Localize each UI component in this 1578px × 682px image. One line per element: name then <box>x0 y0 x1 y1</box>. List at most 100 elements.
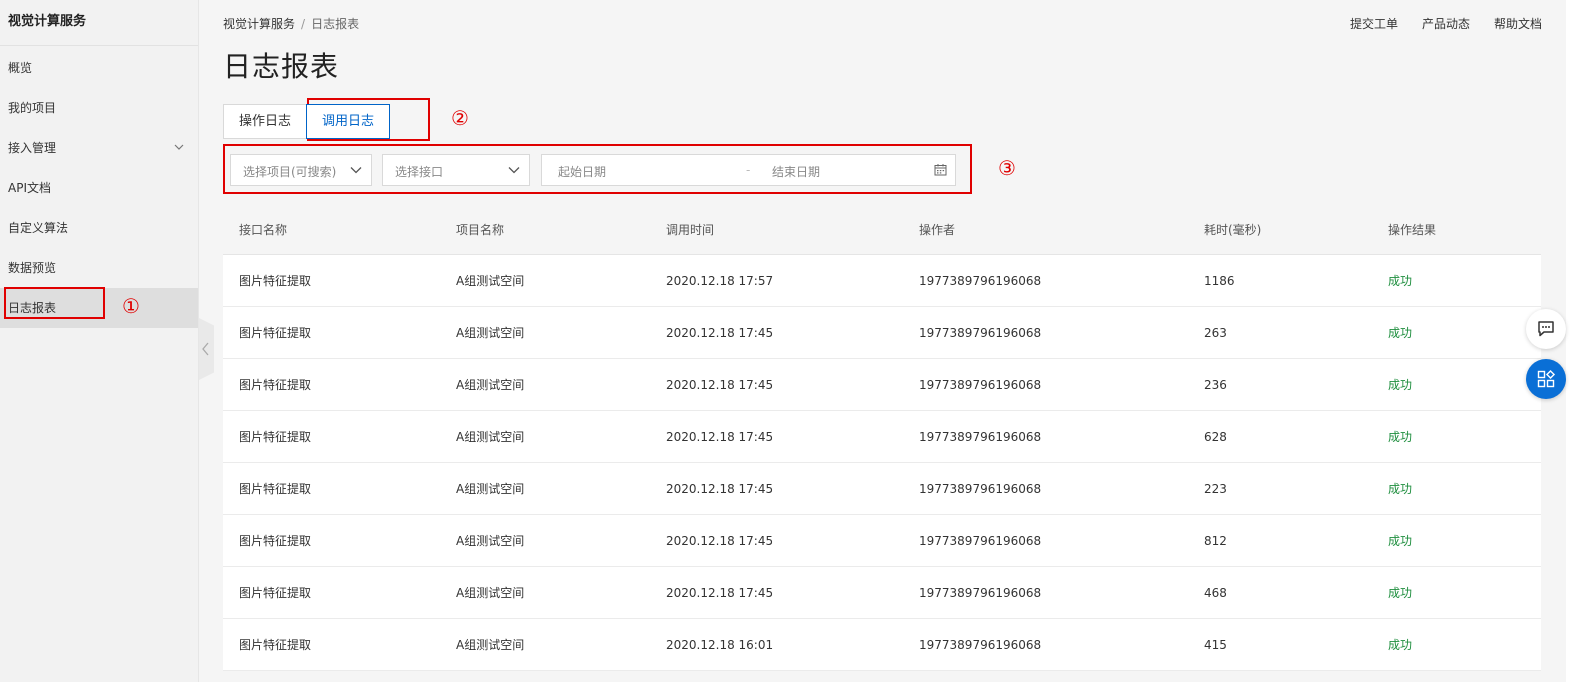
sidebar-item-overview[interactable]: 概览 <box>0 48 198 88</box>
top-links: 提交工单 产品动态 帮助文档 <box>1326 15 1542 32</box>
cell-call-time: 2020.12.18 17:45 <box>666 378 774 392</box>
cell-api-name: 图片特征提取 <box>239 638 312 652</box>
cell-duration: 812 <box>1204 534 1227 548</box>
cell-call-time: 2020.12.18 17:45 <box>666 534 774 548</box>
annotation-marker-3: ③ <box>998 156 1016 180</box>
cell-result: 成功 <box>1388 274 1413 288</box>
sidebar: 视觉计算服务 概览 我的项目 接入管理 API文档 自定义算法 数据预览 日志报… <box>0 0 199 682</box>
header-project-name: 项目名称 <box>456 223 505 237</box>
header-api-name: 接口名称 <box>239 223 288 237</box>
submit-ticket-link[interactable]: 提交工单 <box>1350 17 1398 31</box>
cell-call-time: 2020.12.18 17:45 <box>666 326 774 340</box>
cell-result: 成功 <box>1388 430 1413 444</box>
cell-api-name: 图片特征提取 <box>239 586 312 600</box>
cell-project-name: A组测试空间 <box>456 378 525 392</box>
sidebar-item-my-projects[interactable]: 我的项目 <box>0 88 198 128</box>
cell-api-name: 图片特征提取 <box>239 482 312 496</box>
log-tabs: 操作日志 调用日志 <box>223 104 391 139</box>
sidebar-item-custom-algorithm[interactable]: 自定义算法 <box>0 208 198 248</box>
table-row: 图片特征提取 A组测试空间 2020.12.18 16:01 197738979… <box>223 619 1541 671</box>
cell-result: 成功 <box>1388 534 1413 548</box>
cell-api-name: 图片特征提取 <box>239 534 312 548</box>
table-header: 接口名称 项目名称 调用时间 操作者 耗时(毫秒) 操作结果 <box>223 205 1541 255</box>
apps-button[interactable] <box>1526 359 1566 399</box>
cell-operator: 1977389796196068 <box>919 534 1042 548</box>
sidebar-item-label: 自定义算法 <box>8 221 69 235</box>
cell-result: 成功 <box>1388 378 1413 392</box>
chevron-down-icon <box>508 167 520 174</box>
cell-duration: 628 <box>1204 430 1227 444</box>
sidebar-item-label: 我的项目 <box>8 101 57 115</box>
cell-duration: 236 <box>1204 378 1227 392</box>
table-row: 图片特征提取 A组测试空间 2020.12.18 17:45 197738979… <box>223 463 1541 515</box>
cell-project-name: A组测试空间 <box>456 326 525 340</box>
chat-icon <box>1538 321 1554 337</box>
cell-result: 成功 <box>1388 326 1413 340</box>
cell-project-name: A组测试空间 <box>456 274 525 288</box>
tab-call-log[interactable]: 调用日志 <box>306 104 391 139</box>
cell-api-name: 图片特征提取 <box>239 378 312 392</box>
cell-api-name: 图片特征提取 <box>239 430 312 444</box>
cell-operator: 1977389796196068 <box>919 430 1042 444</box>
sidebar-item-label: 日志报表 <box>8 301 57 315</box>
header-call-time: 调用时间 <box>666 223 715 237</box>
sidebar-item-label: 数据预览 <box>8 261 57 275</box>
chevron-left-icon <box>202 342 209 356</box>
end-date-input[interactable]: 结束日期 <box>772 163 820 180</box>
help-docs-link[interactable]: 帮助文档 <box>1494 17 1542 31</box>
chevron-down-icon <box>350 167 362 174</box>
product-news-link[interactable]: 产品动态 <box>1422 17 1470 31</box>
cell-operator: 1977389796196068 <box>919 378 1042 392</box>
sidebar-item-label: 概览 <box>8 61 33 75</box>
breadcrumb-separator: / <box>301 17 306 31</box>
project-select[interactable]: 选择项目(可搜索) <box>230 154 372 186</box>
header-result: 操作结果 <box>1388 223 1437 237</box>
breadcrumb: 视觉计算服务 / 日志报表 <box>223 15 359 32</box>
sidebar-item-log-report[interactable]: 日志报表 <box>0 288 198 328</box>
annotation-marker-1: ① <box>122 294 140 318</box>
table-row: 图片特征提取 A组测试空间 2020.12.18 17:57 197738979… <box>223 255 1541 307</box>
table-row: 图片特征提取 A组测试空间 2020.12.18 17:45 197738979… <box>223 567 1541 619</box>
cell-operator: 1977389796196068 <box>919 274 1042 288</box>
apps-icon <box>1537 369 1556 388</box>
cell-project-name: A组测试空间 <box>456 638 525 652</box>
cell-project-name: A组测试空间 <box>456 534 525 548</box>
cell-call-time: 2020.12.18 17:45 <box>666 586 774 600</box>
cell-duration: 468 <box>1204 586 1227 600</box>
page-title: 日志报表 <box>223 50 340 83</box>
cell-call-time: 2020.12.18 17:45 <box>666 430 774 444</box>
cell-result: 成功 <box>1388 638 1413 652</box>
sidebar-item-api-docs[interactable]: API文档 <box>0 168 198 208</box>
api-select-placeholder: 选择接口 <box>395 165 444 179</box>
breadcrumb-root[interactable]: 视觉计算服务 <box>223 17 295 31</box>
page-right-edge <box>1566 0 1578 682</box>
cell-duration: 263 <box>1204 326 1227 340</box>
breadcrumb-current: 日志报表 <box>311 17 360 31</box>
call-log-table: 接口名称 项目名称 调用时间 操作者 耗时(毫秒) 操作结果 图片特征提取 A组… <box>223 205 1541 671</box>
cell-project-name: A组测试空间 <box>456 430 525 444</box>
cell-call-time: 2020.12.18 16:01 <box>666 638 774 652</box>
project-select-placeholder: 选择项目(可搜索) <box>243 165 337 179</box>
chat-button[interactable] <box>1526 309 1566 349</box>
tab-operation-log[interactable]: 操作日志 <box>223 104 308 139</box>
table-row: 图片特征提取 A组测试空间 2020.12.18 17:45 197738979… <box>223 515 1541 567</box>
sidebar-item-data-preview[interactable]: 数据预览 <box>0 248 198 288</box>
date-range-picker[interactable]: 起始日期 - 结束日期 <box>541 154 956 186</box>
cell-duration: 223 <box>1204 482 1227 496</box>
header-operator: 操作者 <box>919 223 956 237</box>
annotation-marker-2: ② <box>451 106 469 130</box>
cell-result: 成功 <box>1388 586 1413 600</box>
cell-operator: 1977389796196068 <box>919 326 1042 340</box>
table-row: 图片特征提取 A组测试空间 2020.12.18 17:45 197738979… <box>223 307 1541 359</box>
cell-duration: 415 <box>1204 638 1227 652</box>
api-select[interactable]: 选择接口 <box>382 154 530 186</box>
cell-operator: 1977389796196068 <box>919 638 1042 652</box>
start-date-input[interactable]: 起始日期 <box>558 163 606 180</box>
cell-call-time: 2020.12.18 17:57 <box>666 274 774 288</box>
cell-api-name: 图片特征提取 <box>239 274 312 288</box>
sidebar-collapse-handle[interactable] <box>199 318 214 380</box>
sidebar-item-access-management[interactable]: 接入管理 <box>0 128 198 168</box>
cell-project-name: A组测试空间 <box>456 482 525 496</box>
sidebar-item-label: 接入管理 <box>8 141 57 155</box>
chevron-down-icon <box>174 144 184 150</box>
